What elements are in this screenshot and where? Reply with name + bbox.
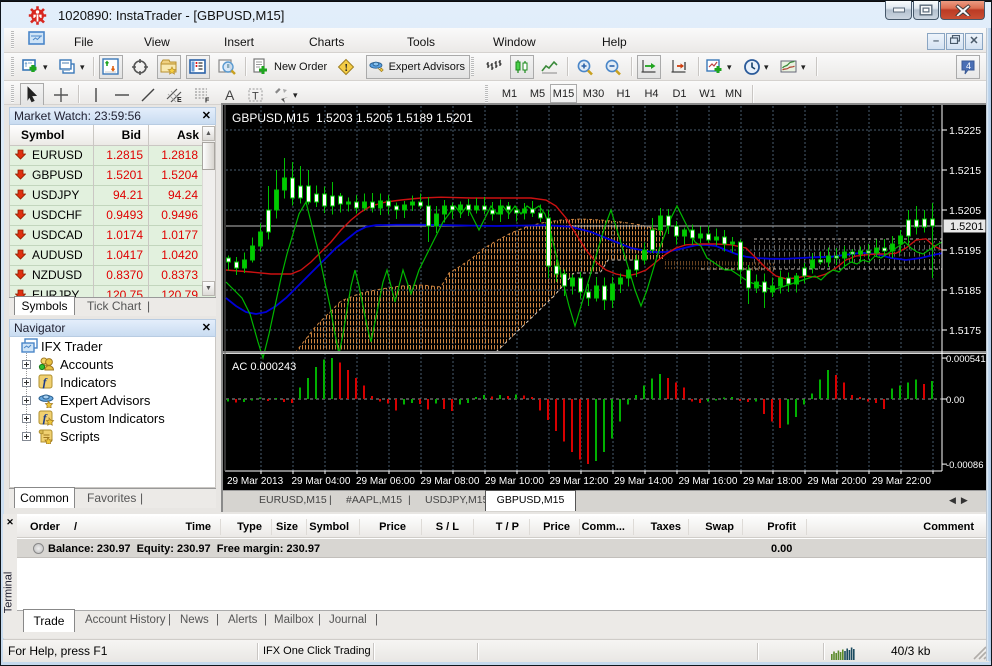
svg-text:GBPUSD,M15 1.5203 1.5205 1.51: GBPUSD,M15 1.5203 1.5205 1.5189 1.5201 bbox=[232, 111, 473, 125]
svg-text:F: F bbox=[205, 98, 210, 105]
svg-text:-0.00086: -0.00086 bbox=[946, 460, 984, 471]
svg-text:1.5195: 1.5195 bbox=[949, 245, 981, 257]
svg-text:29 Mar 14:00: 29 Mar 14:00 bbox=[614, 476, 673, 487]
svg-text:29 Mar 08:00: 29 Mar 08:00 bbox=[421, 476, 480, 487]
svg-text:29 Mar 20:00: 29 Mar 20:00 bbox=[808, 476, 867, 487]
svg-text:29 Mar 06:00: 29 Mar 06:00 bbox=[356, 476, 415, 487]
svg-text:1.5175: 1.5175 bbox=[949, 325, 981, 337]
svg-text:0.00: 0.00 bbox=[946, 395, 965, 406]
svg-text:1.5185: 1.5185 bbox=[949, 285, 981, 297]
svg-text:29 Mar 04:00: 29 Mar 04:00 bbox=[292, 476, 351, 487]
svg-text:T: T bbox=[252, 91, 259, 103]
svg-text:AC 0.000243: AC 0.000243 bbox=[232, 361, 296, 373]
svg-text:29 Mar 10:00: 29 Mar 10:00 bbox=[485, 476, 544, 487]
svg-text:1.5201: 1.5201 bbox=[950, 221, 984, 233]
svg-text:4: 4 bbox=[966, 61, 971, 71]
svg-text:29 Mar 12:00: 29 Mar 12:00 bbox=[550, 476, 609, 487]
svg-text:1.5225: 1.5225 bbox=[949, 125, 981, 137]
svg-text:29 Mar 16:00: 29 Mar 16:00 bbox=[679, 476, 738, 487]
svg-text:!: ! bbox=[344, 62, 348, 74]
svg-text:1.5205: 1.5205 bbox=[949, 205, 981, 217]
svg-text:29 Mar 2013: 29 Mar 2013 bbox=[227, 476, 284, 487]
svg-text:0.000541: 0.000541 bbox=[946, 354, 986, 365]
svg-text:29 Mar 18:00: 29 Mar 18:00 bbox=[743, 476, 802, 487]
svg-text:E: E bbox=[177, 97, 182, 104]
svg-text:29 Mar 22:00: 29 Mar 22:00 bbox=[872, 476, 931, 487]
svg-text:A: A bbox=[225, 87, 235, 103]
svg-text:1.5215: 1.5215 bbox=[949, 165, 981, 177]
